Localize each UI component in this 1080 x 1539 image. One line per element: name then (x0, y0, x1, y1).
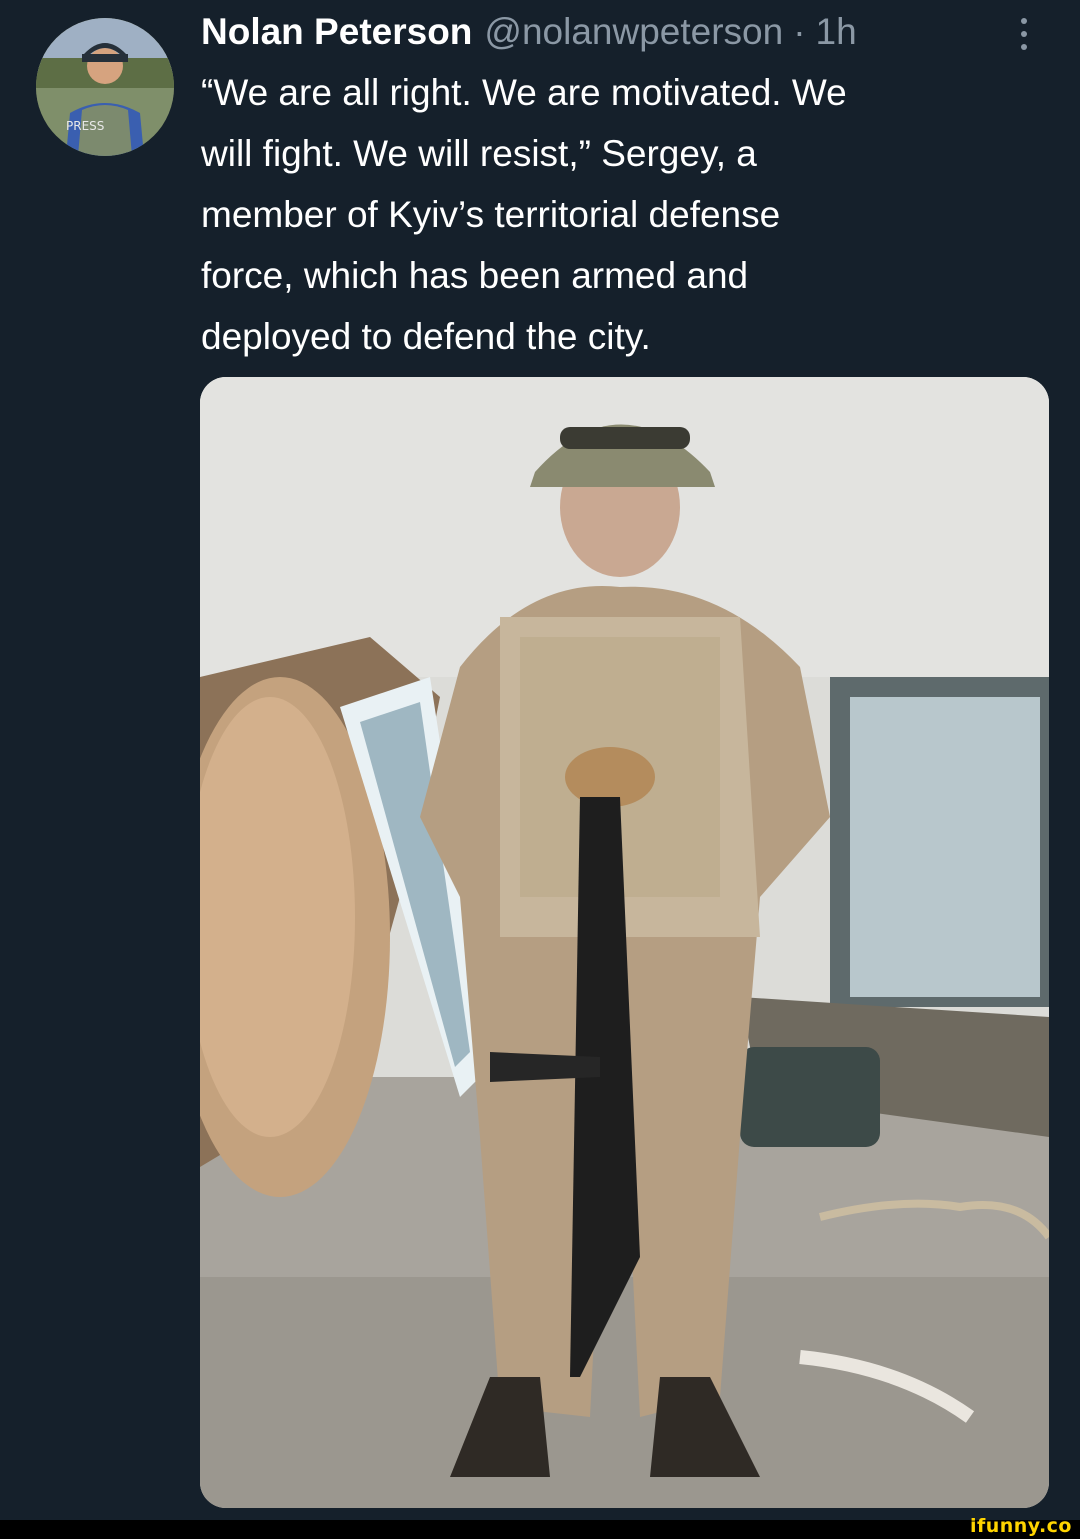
header-separator: · (793, 11, 806, 52)
tweet-timestamp[interactable]: 1h (816, 11, 857, 53)
author-handle[interactable]: @nolanwpeterson (484, 11, 783, 53)
tweet-header: Nolan Peterson @nolanwpeterson · 1h (201, 6, 857, 58)
soldier-photo (200, 377, 1049, 1508)
footer-bar (0, 1520, 1080, 1539)
tweet-media-photo[interactable] (200, 377, 1049, 1508)
author-display-name[interactable]: Nolan Peterson (201, 11, 472, 53)
tweet-card[interactable]: PRESS Nolan Peterson @nolanwpeterson · 1… (0, 0, 1080, 1520)
author-avatar[interactable]: PRESS (36, 18, 174, 156)
tweet-text: “We are all right. We are motivated. We … (201, 72, 847, 357)
ifunny-watermark: ifunny.co (969, 1515, 1072, 1537)
more-vertical-icon[interactable] (1012, 16, 1036, 52)
avatar-image: PRESS (36, 18, 174, 156)
avatar-press-label: PRESS (66, 119, 104, 133)
